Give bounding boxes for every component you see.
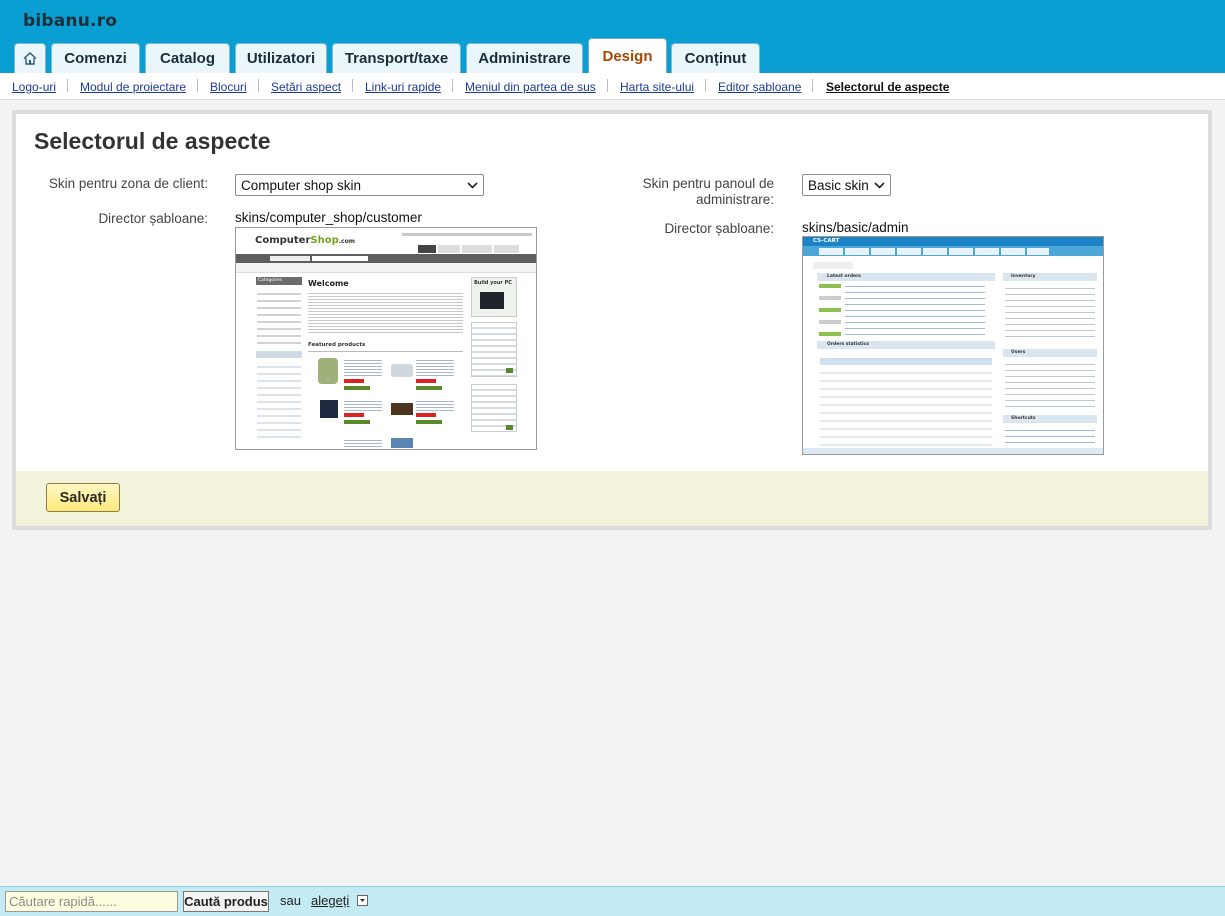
home-icon <box>23 52 37 65</box>
subnav-divider <box>812 79 813 92</box>
thumb-welcome: Welcome <box>308 279 349 288</box>
admin-dir-value: skins/basic/admin <box>802 220 909 235</box>
tab-catalog[interactable]: Catalog <box>145 43 230 73</box>
tab-design[interactable]: Design <box>588 38 667 73</box>
subnav-divider <box>197 79 198 92</box>
admin-skin-label-line2: administrare: <box>695 192 774 207</box>
client-skin-value: Computer shop skin <box>241 177 362 193</box>
sub-navigation: Logo-uri Modul de proiectare Blocuri Set… <box>0 73 1225 100</box>
tab-utilizatori[interactable]: Utilizatori <box>235 43 327 73</box>
subnav-selectorul-aspecte[interactable]: Selectorul de aspecte <box>826 80 949 94</box>
chevron-down-icon <box>874 181 885 189</box>
thumb-latest-orders: Latest orders <box>827 274 861 279</box>
content-panel: Selectorul de aspecte Skin pentru zona d… <box>12 110 1212 530</box>
quick-search-bar: Căutare rapidă...... Caută produs sau al… <box>0 886 1225 916</box>
admin-skin-label: Skin pentru panoul de administrare: <box>626 176 774 208</box>
tab-home[interactable] <box>14 43 46 73</box>
client-skin-select[interactable]: Computer shop skin <box>235 174 484 196</box>
subnav-modul-proiectare[interactable]: Modul de proiectare <box>80 80 186 94</box>
quick-search-choose-link[interactable]: alegeți <box>311 893 349 908</box>
subnav-divider <box>258 79 259 92</box>
subnav-divider <box>352 79 353 92</box>
top-bar: bibanu.ro Comenzi Catalog Utilizatori Tr… <box>0 0 1225 73</box>
thumb-categories: Categories <box>256 277 302 285</box>
save-button[interactable]: Salvați <box>46 483 120 512</box>
admin-skin-thumbnail: CS-CART Latest orders Orders statistics … <box>802 236 1104 455</box>
tab-transport[interactable]: Transport/taxe <box>332 43 461 73</box>
brand-logo[interactable]: bibanu.ro <box>23 11 117 31</box>
admin-dir-label: Director șabloane: <box>664 221 774 236</box>
thumb-logo-c: .com <box>338 238 355 245</box>
client-dir-label: Director șabloane: <box>98 211 208 226</box>
subnav-divider <box>607 79 608 92</box>
admin-skin-select[interactable]: Basic skin <box>802 174 891 196</box>
subnav-editor-sabloane[interactable]: Editor șabloane <box>718 80 801 94</box>
subnav-blocuri[interactable]: Blocuri <box>210 80 247 94</box>
subnav-logo-uri[interactable]: Logo-uri <box>12 80 56 94</box>
thumb-logo-b: Shop <box>310 235 339 246</box>
thumb-cscart-logo: CS-CART <box>813 238 840 244</box>
thumb-logo-a: Computer <box>255 235 311 246</box>
content-panel-inner: Selectorul de aspecte Skin pentru zona d… <box>16 114 1208 526</box>
chevron-down-icon <box>467 181 478 189</box>
admin-skin-value: Basic skin <box>808 177 869 193</box>
subnav-divider <box>705 79 706 92</box>
subnav-link-uri-rapide[interactable]: Link-uri rapide <box>365 80 441 94</box>
dropdown-arrow-icon[interactable] <box>357 895 368 906</box>
tab-administrare[interactable]: Administrare <box>466 43 583 73</box>
thumb-orders-stats: Orders statistics <box>827 342 870 347</box>
page-title: Selectorul de aspecte <box>34 128 271 154</box>
search-product-button[interactable]: Caută produs <box>183 891 269 912</box>
thumb-shortcuts: Shortcuts <box>1011 416 1036 421</box>
thumb-users: Users <box>1011 350 1026 355</box>
thumb-featured: Featured products <box>308 342 366 348</box>
tab-comenzi[interactable]: Comenzi <box>51 43 140 73</box>
client-skin-label: Skin pentru zona de client: <box>48 176 208 191</box>
admin-skin-label-line1: Skin pentru panoul de <box>642 176 774 191</box>
client-dir-value: skins/computer_shop/customer <box>235 210 422 225</box>
thumb-inventory: Inventory <box>1011 274 1036 279</box>
thumb-build-pc: Build your PC <box>474 280 512 286</box>
tab-continut[interactable]: Conținut <box>671 43 760 73</box>
subnav-setari-aspect[interactable]: Setări aspect <box>271 80 341 94</box>
subnav-divider <box>452 79 453 92</box>
client-skin-thumbnail: ComputerShop.com Categories Welcome Feat… <box>235 227 537 450</box>
form-buttons-bar: Salvați <box>16 471 1208 526</box>
subnav-divider <box>67 79 68 92</box>
quick-search-or: sau <box>280 893 301 908</box>
subnav-meniul-sus[interactable]: Meniul din partea de sus <box>465 80 596 94</box>
quick-search-input[interactable]: Căutare rapidă...... <box>5 891 178 912</box>
subnav-harta-site[interactable]: Harta site-ului <box>620 80 694 94</box>
